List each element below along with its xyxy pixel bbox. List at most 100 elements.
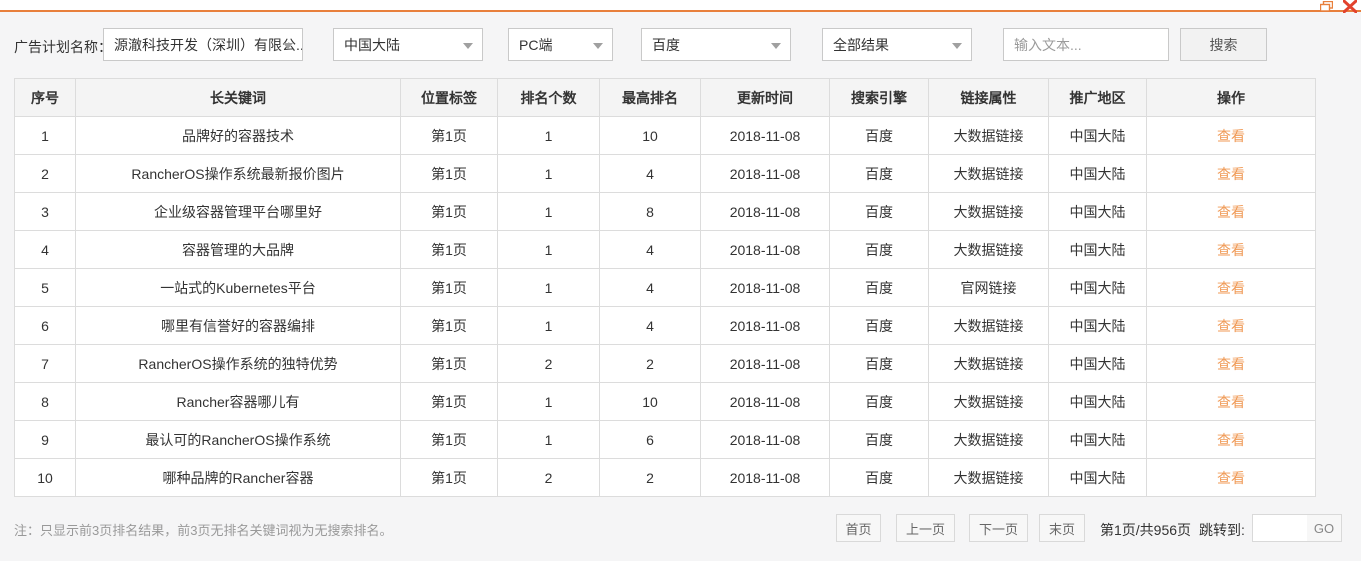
device-dropdown-value: PC端 <box>519 36 553 53</box>
table-cell: 4 <box>14 230 76 269</box>
window-top-border <box>0 0 1361 12</box>
device-dropdown[interactable]: PC端 <box>508 28 613 61</box>
table-cell: 百度 <box>829 382 929 421</box>
table-cell: 第1页 <box>400 458 498 497</box>
region-dropdown[interactable]: 中国大陆 <box>333 28 483 61</box>
close-icon[interactable] <box>1343 0 1357 13</box>
table-cell: 10 <box>14 458 76 497</box>
engine-dropdown-value: 百度 <box>652 36 680 53</box>
view-link[interactable]: 查看 <box>1217 470 1245 486</box>
view-link[interactable]: 查看 <box>1217 318 1245 334</box>
table-cell: 2018-11-08 <box>700 230 830 269</box>
table-cell: 官网链接 <box>928 268 1049 307</box>
jump-page-input[interactable] <box>1252 514 1308 542</box>
table-cell: 4 <box>599 268 701 307</box>
table-cell: 百度 <box>829 306 929 345</box>
table-cell-action: 查看 <box>1146 420 1316 459</box>
prev-page-button[interactable]: 上一页 <box>896 514 955 542</box>
view-link[interactable]: 查看 <box>1217 242 1245 258</box>
search-button[interactable]: 搜索 <box>1180 28 1267 61</box>
ad-plan-label: 广告计划名称： <box>14 39 112 55</box>
region-dropdown-value: 中国大陆 <box>344 36 400 53</box>
table-cell: 2 <box>497 458 600 497</box>
column-header: 搜索引擎 <box>829 78 929 117</box>
table-cell: 中国大陆 <box>1048 230 1147 269</box>
table-cell: 2 <box>14 154 76 193</box>
table-cell: 百度 <box>829 230 929 269</box>
table-cell: 2018-11-08 <box>700 420 830 459</box>
result-dropdown[interactable]: 全部结果 <box>822 28 972 61</box>
table-cell: 中国大陆 <box>1048 154 1147 193</box>
table-cell: 2 <box>599 458 701 497</box>
table-cell-action: 查看 <box>1146 306 1316 345</box>
table-cell: 中国大陆 <box>1048 458 1147 497</box>
view-link[interactable]: 查看 <box>1217 166 1245 182</box>
view-link[interactable]: 查看 <box>1217 280 1245 296</box>
table-cell: 3 <box>14 192 76 231</box>
table-cell: 百度 <box>829 154 929 193</box>
table-cell: 7 <box>14 344 76 383</box>
table-row: 7 RancherOS操作系统的独特优势 第1页 2 2 2018-11-08 百度 大数据链… <box>14 344 1316 383</box>
table-cell: 第1页 <box>400 192 498 231</box>
view-link[interactable]: 查看 <box>1217 394 1245 410</box>
table-cell: 1 <box>497 230 600 269</box>
table-cell: 5 <box>14 268 76 307</box>
column-header: 排名个数 <box>497 78 600 117</box>
table-cell: 一站式的Kubernetes平台 <box>75 268 401 307</box>
chevron-down-icon <box>952 43 962 49</box>
column-header: 最高排名 <box>599 78 701 117</box>
search-input[interactable] <box>1003 28 1169 61</box>
restore-window-icon[interactable] <box>1320 1 1333 12</box>
table-cell: RancherOS操作系统最新报价图片 <box>75 154 401 193</box>
table-cell: 2018-11-08 <box>700 382 830 421</box>
table-header-row: 序号 长关键词 位置标签 排名个数 最高排名 更新时间 搜索引擎 链接属性 推广地区 操作 <box>14 78 1316 117</box>
table-cell: 1 <box>497 116 600 155</box>
table-cell: 哪里有信誉好的容器编排 <box>75 306 401 345</box>
table-cell: 中国大陆 <box>1048 268 1147 307</box>
table-cell: 2018-11-08 <box>700 268 830 307</box>
last-page-button[interactable]: 末页 <box>1039 514 1085 542</box>
table-cell: 企业级容器管理平台哪里好 <box>75 192 401 231</box>
table-cell: 1 <box>14 116 76 155</box>
view-link[interactable]: 查看 <box>1217 128 1245 144</box>
table-cell: 大数据链接 <box>928 458 1049 497</box>
table-cell: 百度 <box>829 420 929 459</box>
table-cell: 第1页 <box>400 382 498 421</box>
table-cell-action: 查看 <box>1146 116 1316 155</box>
table-cell: 第1页 <box>400 116 498 155</box>
view-link[interactable]: 查看 <box>1217 356 1245 372</box>
table-cell: 2 <box>599 344 701 383</box>
table-cell-action: 查看 <box>1146 268 1316 307</box>
table-cell: 1 <box>497 420 600 459</box>
table-cell: 第1页 <box>400 154 498 193</box>
table-cell: 1 <box>497 382 600 421</box>
table-cell: 大数据链接 <box>928 116 1049 155</box>
table-cell: 2 <box>497 344 600 383</box>
table-cell-action: 查看 <box>1146 230 1316 269</box>
column-header: 位置标签 <box>400 78 498 117</box>
table-cell: 大数据链接 <box>928 420 1049 459</box>
table-cell: 1 <box>497 306 600 345</box>
table-cell: 中国大陆 <box>1048 344 1147 383</box>
table-cell-action: 查看 <box>1146 154 1316 193</box>
table-cell: 2018-11-08 <box>700 458 830 497</box>
column-header: 更新时间 <box>700 78 830 117</box>
table-cell: 10 <box>599 382 701 421</box>
view-link[interactable]: 查看 <box>1217 432 1245 448</box>
next-page-button[interactable]: 下一页 <box>969 514 1028 542</box>
ad-plan-dropdown[interactable]: 源澈科技开发（深圳）有限公... <box>103 28 303 61</box>
table-cell: 中国大陆 <box>1048 382 1147 421</box>
table-cell: 第1页 <box>400 420 498 459</box>
table-cell-action: 查看 <box>1146 458 1316 497</box>
engine-dropdown[interactable]: 百度 <box>641 28 791 61</box>
table-cell: 第1页 <box>400 306 498 345</box>
table-row: 4 容器管理的大品牌 第1页 1 4 2018-11-08 百度 大数据链接 中国大陆 查看 <box>14 230 1316 269</box>
go-button[interactable]: GO <box>1307 514 1342 542</box>
table-cell: 大数据链接 <box>928 154 1049 193</box>
table-cell-action: 查看 <box>1146 192 1316 231</box>
table-cell: 4 <box>599 154 701 193</box>
first-page-button[interactable]: 首页 <box>836 514 881 542</box>
table-cell: 第1页 <box>400 230 498 269</box>
view-link[interactable]: 查看 <box>1217 204 1245 220</box>
table-cell: 中国大陆 <box>1048 116 1147 155</box>
